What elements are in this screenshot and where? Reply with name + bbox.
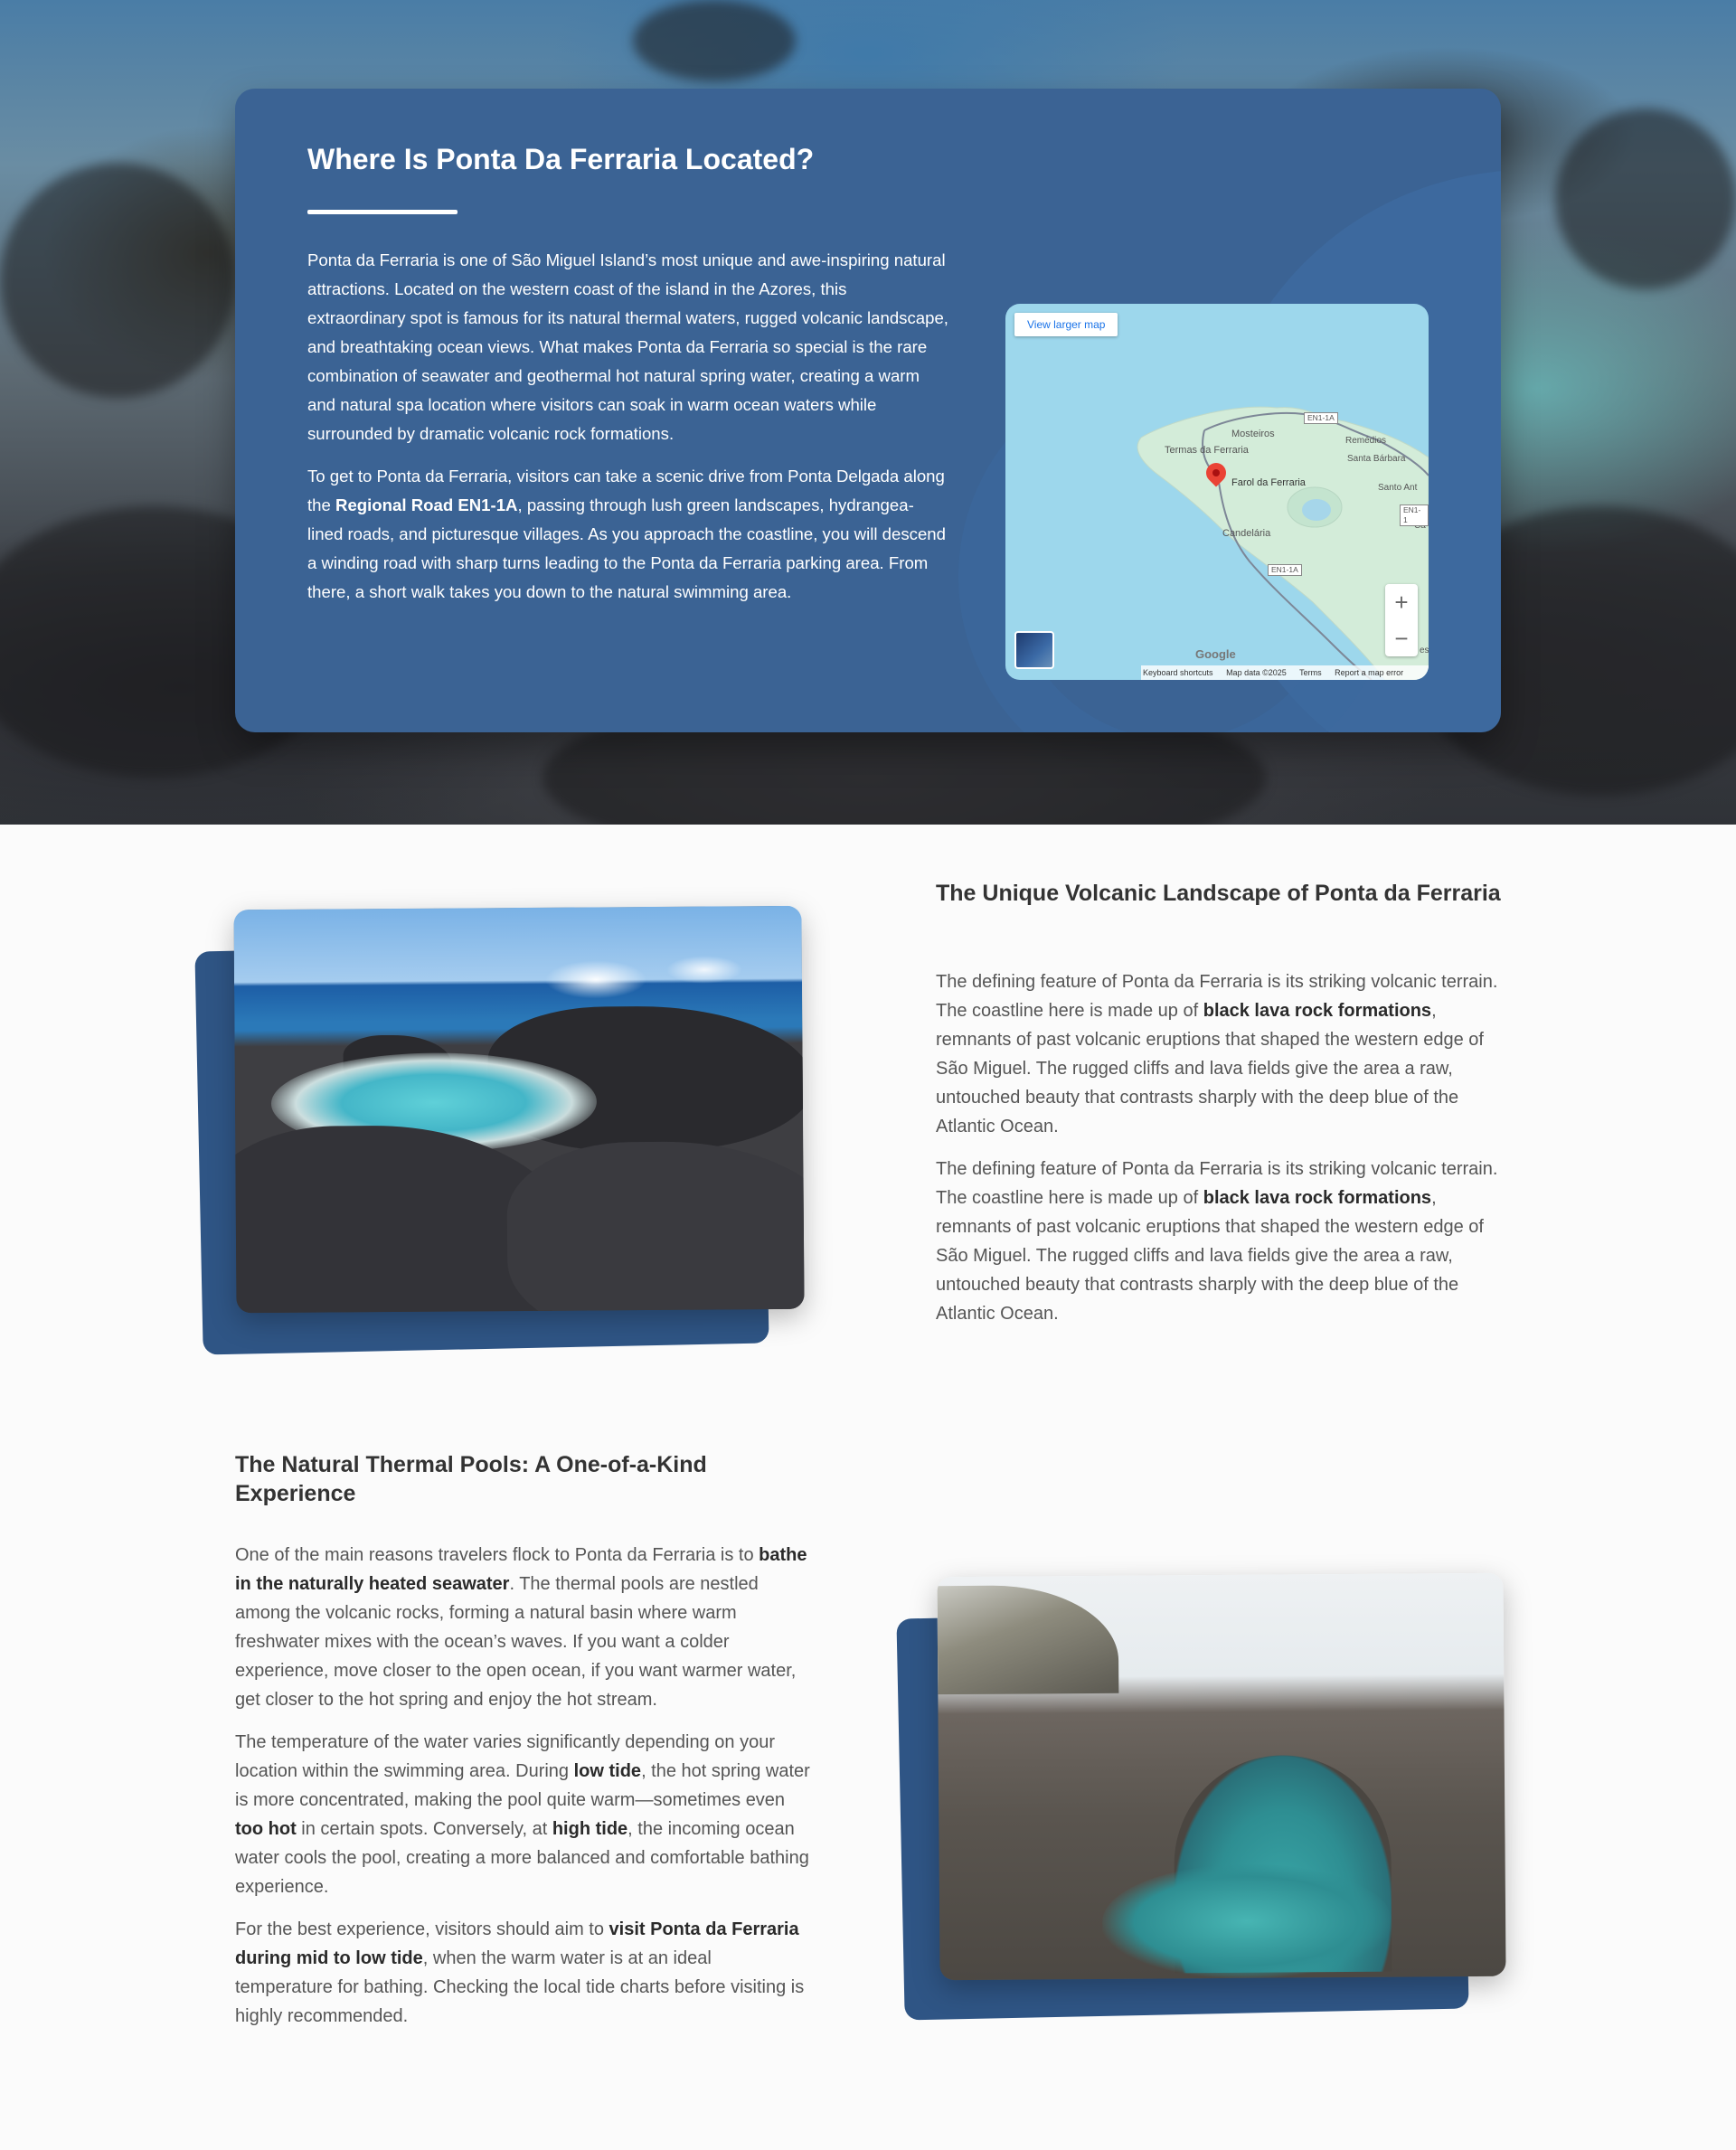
view-larger-map-button[interactable]: View larger map bbox=[1014, 313, 1118, 336]
map-label-remedios: Remédios bbox=[1345, 436, 1387, 446]
title-underline bbox=[307, 210, 458, 214]
map-footer: Keyboard shortcuts Map data ©2025 Terms … bbox=[1141, 665, 1429, 680]
google-logo: Google bbox=[1195, 647, 1236, 661]
location-paragraph-2: To get to Ponta da Ferraria, visitors ca… bbox=[307, 467, 946, 601]
location-card: Where Is Ponta Da Ferraria Located? Pont… bbox=[235, 89, 1501, 732]
pools-section-title: The Natural Thermal Pools: A One-of-a-Ki… bbox=[235, 1452, 707, 1506]
map-label-termas: Termas da Ferraria bbox=[1165, 445, 1249, 456]
map-label-santo-antonio: Santo Ant bbox=[1378, 483, 1418, 493]
map-data-text: Map data ©2025 bbox=[1226, 668, 1287, 677]
embedded-map[interactable]: View larger map Mosteiros Termas da Ferr… bbox=[1005, 304, 1429, 680]
keyboard-shortcuts-link[interactable]: Keyboard shortcuts bbox=[1143, 668, 1213, 677]
pools-paragraph-2: The temperature of the water varies sign… bbox=[235, 1732, 810, 1897]
map-label-candelaria: Candelária bbox=[1222, 528, 1271, 539]
volcanic-paragraph-2: The defining feature of Ponta da Ferrari… bbox=[936, 1159, 1498, 1324]
report-map-error-link[interactable]: Report a map error bbox=[1335, 668, 1403, 677]
hero-background: Where Is Ponta Da Ferraria Located? Pont… bbox=[0, 0, 1736, 825]
volcanic-section-text: The defining feature of Ponta da Ferrari… bbox=[936, 967, 1514, 1342]
map-land bbox=[1137, 406, 1429, 680]
pools-paragraph-3: For the best experience, visitors should… bbox=[235, 1919, 805, 2026]
pools-section-text: One of the main reasons travelers flock … bbox=[235, 1541, 814, 2044]
road-shield: EN1-1A bbox=[1304, 412, 1338, 424]
road-shield: EN1-1A bbox=[1268, 564, 1302, 576]
map-zoom-controls: + − bbox=[1385, 584, 1418, 656]
map-label-mosteiros: Mosteiros bbox=[1231, 429, 1275, 439]
zoom-in-button[interactable]: + bbox=[1385, 584, 1418, 620]
pools-paragraph-1: One of the main reasons travelers flock … bbox=[235, 1545, 807, 1710]
volcanic-coast-photo bbox=[233, 905, 805, 1314]
map-layer-toggle[interactable] bbox=[1014, 631, 1054, 669]
location-text: Ponta da Ferraria is one of São Miguel I… bbox=[307, 246, 949, 620]
map-label-es: es bbox=[1420, 646, 1429, 655]
zoom-out-button[interactable]: − bbox=[1385, 620, 1418, 656]
terms-link[interactable]: Terms bbox=[1299, 668, 1322, 677]
lava-arch-photo bbox=[937, 1572, 1506, 1981]
map-label-santa-barbara: Santa Bárbara bbox=[1347, 454, 1406, 464]
location-paragraph-1: Ponta da Ferraria is one of São Miguel I… bbox=[307, 250, 948, 443]
map-label-farol: Farol da Ferraria bbox=[1231, 477, 1306, 488]
volcanic-paragraph-1: The defining feature of Ponta da Ferrari… bbox=[936, 972, 1498, 1136]
location-title: Where Is Ponta Da Ferraria Located? bbox=[307, 143, 815, 175]
road-shield: EN1-1 bbox=[1400, 504, 1429, 526]
volcanic-section-title: The Unique Volcanic Landscape of Ponta d… bbox=[936, 881, 1501, 906]
